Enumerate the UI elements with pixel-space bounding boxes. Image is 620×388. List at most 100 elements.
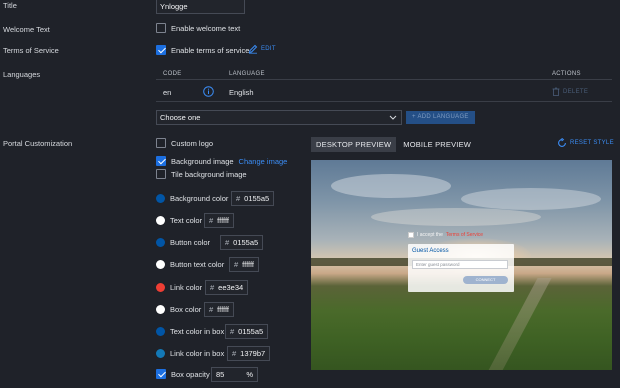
language-name: English	[229, 88, 254, 97]
hash-symbol: #	[232, 349, 237, 358]
color-row: Text color	[156, 213, 202, 228]
cloud-shape	[331, 174, 451, 198]
color-swatch[interactable]	[156, 305, 165, 314]
tile-background-label: Tile background image	[171, 169, 247, 179]
color-row: Link color	[156, 280, 202, 295]
hash-symbol: #	[209, 216, 214, 225]
col-language: LANGUAGE	[229, 71, 265, 77]
info-icon[interactable]	[203, 86, 214, 97]
hash-symbol: #	[234, 260, 239, 269]
preview-terms-row: I accept the Terms of Service	[408, 232, 483, 238]
reset-style-button[interactable]: RESET STYLE	[557, 138, 614, 148]
welcome-text-label: Welcome Text	[3, 25, 50, 34]
color-label: Box color	[170, 305, 202, 314]
color-hex-value: 0155a5	[238, 327, 264, 336]
color-swatch[interactable]	[156, 216, 165, 225]
tab-mobile-preview[interactable]: MOBILE PREVIEW	[398, 137, 476, 152]
color-swatch[interactable]	[156, 327, 165, 336]
color-swatch[interactable]	[156, 260, 165, 269]
terms-checkbox[interactable]	[156, 45, 166, 55]
pencil-icon	[248, 44, 258, 54]
language-row: en English DELETE	[156, 84, 612, 102]
trash-icon	[552, 87, 560, 96]
color-label: Link color in box	[170, 349, 225, 358]
color-row: Text color in box	[156, 324, 224, 339]
welcome-text-checkbox-label: Enable welcome text	[171, 23, 241, 33]
welcome-text-checkbox[interactable]	[156, 23, 166, 33]
edit-terms-link[interactable]: EDIT	[248, 44, 276, 54]
col-code: CODE	[163, 71, 182, 77]
hash-symbol: #	[209, 305, 214, 314]
color-hex-value: 0155a5	[233, 238, 259, 247]
preview-terms-text: I accept the	[417, 232, 443, 238]
col-actions: ACTIONS	[552, 71, 581, 77]
hash-symbol: #	[230, 327, 235, 336]
custom-logo-label: Custom logo	[171, 138, 214, 148]
color-swatch[interactable]	[156, 283, 165, 292]
color-row: Button text color	[156, 257, 224, 272]
tab-desktop-preview[interactable]: DESKTOP PREVIEW	[311, 137, 397, 152]
edit-terms-label: EDIT	[261, 46, 276, 52]
color-hex-input[interactable]: #1379b7	[227, 346, 271, 361]
color-row: Button color	[156, 235, 210, 250]
preview-connect-button: CONNECT	[463, 276, 508, 284]
color-hex-value: ffffff	[242, 260, 254, 269]
color-hex-value: ffffff	[217, 216, 229, 225]
languages-label: Languages	[3, 70, 41, 79]
title-input[interactable]: Ynlogge	[156, 0, 245, 14]
color-label: Text color	[170, 216, 203, 225]
color-label: Text color in box	[170, 327, 225, 336]
custom-logo-row[interactable]: Custom logo	[156, 138, 213, 148]
color-hex-input[interactable]: #0155a5	[220, 235, 264, 250]
desktop-preview: I accept the Terms of Service Guest Acce…	[311, 160, 612, 370]
hash-symbol: #	[210, 283, 215, 292]
add-language-button[interactable]: + ADD LANGUAGE	[406, 111, 475, 124]
color-row: Background color	[156, 191, 228, 206]
custom-logo-checkbox[interactable]	[156, 138, 166, 148]
language-select-value: Choose one	[160, 113, 201, 122]
change-image-link[interactable]: Change image	[239, 157, 288, 166]
color-hex-value: ee3e34	[218, 283, 244, 292]
background-image-checkbox[interactable]	[156, 156, 166, 166]
welcome-text-checkbox-row[interactable]: Enable welcome text	[156, 23, 240, 33]
background-image-row[interactable]: Background image Change image	[156, 156, 287, 166]
background-image-label: Background image	[171, 156, 234, 166]
box-opacity-input[interactable]: 85 %	[211, 367, 258, 382]
cloud-shape	[371, 208, 541, 226]
color-label: Button color	[170, 238, 211, 247]
languages-table-header: CODE LANGUAGE ACTIONS	[156, 70, 612, 80]
terms-checkbox-row[interactable]: Enable terms of service	[156, 45, 249, 55]
color-swatch[interactable]	[156, 238, 165, 247]
color-hex-value: 1379b7	[240, 349, 266, 358]
tile-background-row[interactable]: Tile background image	[156, 169, 247, 179]
box-opacity-value: 85	[216, 370, 225, 379]
box-opacity-checkbox[interactable]	[156, 369, 166, 379]
color-label: Link color	[170, 283, 203, 292]
title-label: Title	[3, 1, 17, 10]
terms-of-service-label: Terms of Service	[3, 46, 59, 55]
preview-terms-checkbox	[408, 232, 414, 238]
color-hex-input[interactable]: # ffffff	[229, 257, 259, 272]
cloud-shape	[461, 188, 601, 210]
reset-style-label: RESET STYLE	[570, 140, 614, 146]
portal-customization-label: Portal Customization	[3, 139, 73, 148]
hash-symbol: #	[236, 194, 241, 203]
chevron-down-icon	[389, 115, 397, 120]
color-row: Box color	[156, 302, 201, 317]
color-swatch[interactable]	[156, 194, 165, 203]
tile-background-checkbox[interactable]	[156, 169, 166, 179]
color-hex-input[interactable]: # ffffff	[204, 302, 234, 317]
refresh-icon	[558, 138, 566, 147]
color-swatch[interactable]	[156, 349, 165, 358]
color-hex-input[interactable]: # ffffff	[204, 213, 234, 228]
delete-language-button[interactable]: DELETE	[552, 87, 588, 96]
box-opacity-unit: %	[246, 370, 253, 379]
language-select[interactable]: Choose one	[156, 110, 402, 125]
color-hex-input[interactable]: #0155a5	[225, 324, 269, 339]
terms-checkbox-label: Enable terms of service	[171, 45, 250, 55]
color-hex-input[interactable]: # ee3e34	[205, 280, 249, 295]
box-opacity-row[interactable]: Box opacity	[156, 369, 210, 379]
box-opacity-label: Box opacity	[171, 369, 210, 379]
hash-symbol: #	[225, 238, 230, 247]
color-hex-input[interactable]: #0155a5	[231, 191, 275, 206]
